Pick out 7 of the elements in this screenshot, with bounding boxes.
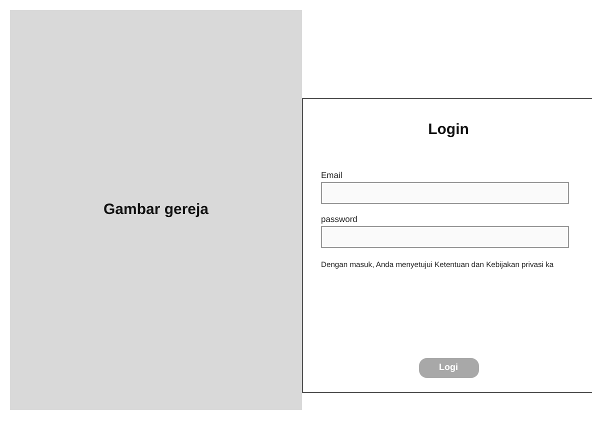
login-button[interactable]: Logi [418,358,478,378]
input-field[interactable] [321,182,569,204]
input-field[interactable] [321,226,569,248]
field-label: Email [321,168,344,180]
login-title: Login [427,120,470,140]
field-label: password [321,212,358,224]
image-placeholder-label: Gambar gereja [103,200,209,220]
